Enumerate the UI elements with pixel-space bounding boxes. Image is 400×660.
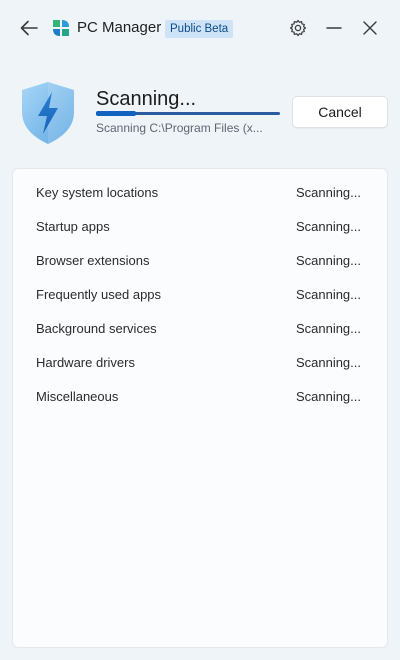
scan-category-label: Startup apps [36, 218, 110, 234]
scan-category-status: Scanning... [295, 184, 361, 200]
scan-category-status: Scanning... [295, 354, 361, 370]
back-button[interactable] [18, 17, 40, 39]
close-button[interactable] [359, 17, 381, 39]
beta-badge: Public Beta [165, 20, 234, 38]
scan-category-label: Key system locations [36, 184, 159, 200]
gear-icon [289, 19, 307, 37]
scan-category-row: Hardware drivers Scanning... [13, 345, 387, 379]
scan-category-status: Scanning... [295, 218, 361, 234]
scan-current-path: Scanning C:\Program Files (x... [96, 121, 263, 135]
scan-category-label: Frequently used apps [36, 286, 162, 302]
scan-category-status: Scanning... [295, 286, 361, 302]
scan-category-row: Key system locations Scanning... [13, 175, 387, 209]
scan-category-row: Miscellaneous Scanning... [13, 379, 387, 413]
pc-manager-logo [53, 20, 69, 36]
minimize-icon [326, 27, 342, 29]
scan-category-list: Key system locations Scanning... Startup a… [12, 168, 388, 648]
scan-category-row: Browser extensions Scanning... [13, 243, 387, 277]
settings-button[interactable] [287, 17, 309, 39]
scan-category-label: Hardware drivers [36, 354, 135, 370]
scan-category-label: Miscellaneous [36, 388, 119, 404]
scan-category-label: Browser extensions [36, 252, 150, 268]
scan-category-status: Scanning... [295, 320, 361, 336]
close-icon [363, 21, 377, 35]
scan-category-status: Scanning... [295, 252, 361, 268]
app-title: PC Manager [77, 19, 162, 36]
scan-category-row: Startup apps Scanning... [13, 209, 387, 243]
scan-category-status: Scanning... [295, 388, 361, 404]
back-arrow-icon [20, 20, 38, 36]
cancel-button[interactable]: Cancel [292, 96, 388, 128]
title-bar: PC Manager Public Beta [0, 0, 400, 56]
scan-category-label: Background services [36, 320, 157, 336]
shield-bolt-icon [22, 82, 74, 144]
scan-title: Scanning... [96, 88, 197, 110]
minimize-button[interactable] [323, 17, 345, 39]
scan-progress-bar [96, 111, 280, 116]
scan-category-row: Background services Scanning... [13, 311, 387, 345]
scan-category-row: Frequently used apps Scanning... [13, 277, 387, 311]
scan-progress-fill [96, 111, 137, 116]
